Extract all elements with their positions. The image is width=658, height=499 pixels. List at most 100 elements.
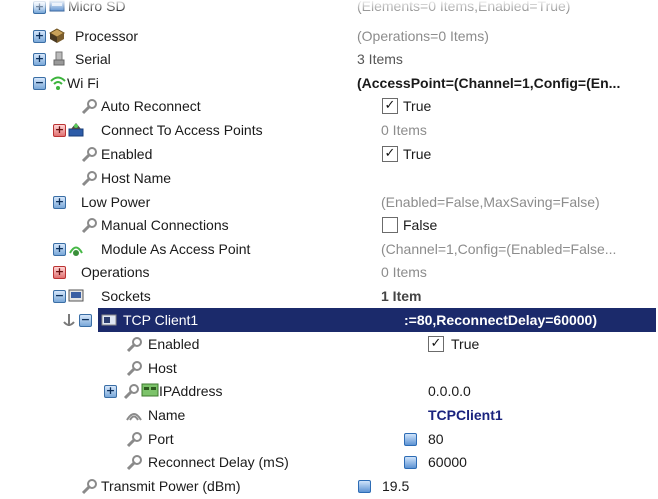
tcp-client-icon	[101, 314, 117, 326]
expand-icon[interactable]: +	[53, 196, 66, 209]
property-row-transmit-power[interactable]: Transmit Power (dBm) 19.5	[0, 474, 658, 498]
property-name: Host	[148, 360, 177, 376]
access-point-icon	[69, 246, 83, 256]
property-name: Enabled	[101, 146, 153, 162]
property-name: Module As Access Point	[101, 241, 251, 257]
object-inspector: + Micro SD (Elements=0 Items,Enabled=Tru…	[0, 0, 658, 499]
property-value[interactable]: 0 Items	[381, 260, 427, 284]
property-value[interactable]: (Elements=0 Items,Enabled=True)	[357, 0, 570, 18]
property-name: Connect To Access Points	[101, 122, 263, 138]
property-value[interactable]: TCPClient1	[428, 403, 503, 427]
wrench-icon	[126, 361, 142, 377]
property-row-low-power[interactable]: + Low Power (Enabled=False,MaxSaving=Fal…	[0, 190, 658, 214]
property-value[interactable]: :=80,ReconnectDelay=60000)	[404, 308, 597, 332]
wrench-icon	[126, 432, 142, 448]
tcp-enabled-checkbox[interactable]: ✓	[428, 336, 444, 352]
property-value: False	[403, 217, 438, 233]
property-row-port[interactable]: Port 80	[0, 427, 658, 451]
expand-icon[interactable]: +	[33, 1, 46, 14]
property-value[interactable]: (Channel=1,Config=(Enabled=False...	[381, 237, 656, 261]
property-name: IPAddress	[159, 383, 223, 399]
connect-access-points-icon	[68, 123, 84, 137]
wifi-icon	[50, 76, 66, 90]
property-row-manual-connections[interactable]: Manual Connections False	[0, 213, 658, 237]
property-name: Sockets	[101, 288, 151, 304]
property-name: Processor	[75, 28, 139, 44]
property-row-processor[interactable]: + Processor (Operations=0 Items)	[0, 24, 658, 48]
property-name: Host Name	[101, 170, 172, 186]
property-value[interactable]: 60000	[428, 450, 467, 474]
property-value: True	[403, 98, 432, 114]
property-name: Micro SD	[68, 0, 126, 14]
property-row-operations[interactable]: + Operations 0 Items	[0, 260, 658, 284]
anchor-icon	[63, 314, 75, 326]
property-row-wifi[interactable]: − Wi Fi (AccessPoint=(Channel=1,Config=(…	[0, 71, 658, 95]
expand-icon[interactable]: +	[33, 53, 46, 66]
property-value: True	[451, 336, 480, 352]
property-value[interactable]: 1 Item	[381, 284, 421, 308]
wrench-icon	[81, 218, 97, 234]
wrench-icon	[81, 147, 97, 163]
collapse-icon[interactable]: −	[79, 314, 92, 327]
property-name: Auto Reconnect	[101, 98, 201, 114]
property-name: Serial	[75, 51, 111, 67]
expand-icon[interactable]: +	[33, 30, 46, 43]
property-name: Port	[148, 431, 174, 447]
collapse-icon[interactable]: −	[53, 290, 66, 303]
property-value[interactable]: 80	[428, 427, 444, 451]
property-row-host-name[interactable]: Host Name	[0, 166, 658, 190]
property-row-enabled[interactable]: Enabled ✓ True	[0, 142, 658, 166]
edit-value-icon[interactable]	[358, 480, 371, 493]
property-name: Low Power	[81, 194, 151, 210]
processor-icon	[48, 28, 66, 43]
property-row-reconnect-delay[interactable]: Reconnect Delay (mS) 60000	[0, 450, 658, 474]
wrench-icon	[126, 337, 142, 353]
collapse-icon[interactable]: −	[33, 77, 46, 90]
property-name: Name	[148, 407, 186, 423]
wrench-icon	[81, 99, 97, 115]
sockets-icon	[68, 289, 84, 302]
property-row-ipaddress[interactable]: + IPAddress 0.0.0.0	[0, 379, 658, 403]
property-value[interactable]: (Operations=0 Items)	[357, 24, 489, 48]
property-name: Manual Connections	[101, 217, 229, 233]
wrench-icon	[126, 455, 142, 471]
property-value[interactable]: 0 Items	[381, 118, 427, 142]
micro-sd-icon	[49, 0, 65, 12]
property-value[interactable]: 3 Items	[357, 47, 403, 71]
expand-icon[interactable]: +	[53, 243, 66, 256]
wrench-icon	[123, 384, 139, 400]
property-row-host[interactable]: Host	[0, 356, 658, 380]
ip-address-icon	[141, 383, 159, 397]
property-row-module-as-access-point[interactable]: + Module As Access Point (Channel=1,Conf…	[0, 237, 658, 261]
property-row-micro-sd[interactable]: + Micro SD (Elements=0 Items,Enabled=Tru…	[0, 0, 658, 18]
property-value[interactable]: (Enabled=False,MaxSaving=False)	[381, 190, 600, 214]
property-row-tcp-enabled[interactable]: Enabled ✓ True	[0, 332, 658, 356]
edit-value-icon[interactable]	[404, 433, 417, 446]
expand-icon[interactable]: +	[53, 124, 66, 137]
property-value: True	[403, 146, 432, 162]
property-row-serial[interactable]: + Serial 3 Items	[0, 47, 658, 71]
expand-icon[interactable]: +	[53, 266, 66, 279]
property-value[interactable]: 19.5	[382, 474, 409, 498]
auto-reconnect-checkbox[interactable]: ✓	[382, 98, 398, 114]
property-value[interactable]: 0.0.0.0	[428, 379, 471, 403]
property-row-tcp-client1[interactable]: − TCP Client1 :=80,ReconnectDelay=60000)	[0, 308, 658, 332]
enabled-checkbox[interactable]: ✓	[382, 146, 398, 162]
wrench-icon	[81, 479, 97, 495]
property-value[interactable]: (AccessPoint=(Channel=1,Config=(En...	[357, 71, 657, 95]
property-name: Reconnect Delay (mS)	[148, 454, 289, 470]
property-name: Operations	[81, 264, 150, 280]
expand-icon[interactable]: +	[104, 385, 117, 398]
property-name: TCP Client1	[123, 312, 199, 328]
serial-icon	[53, 51, 65, 66]
property-row-name[interactable]: Name TCPClient1	[0, 403, 658, 427]
property-name: Enabled	[148, 336, 200, 352]
property-row-connect-to-access-points[interactable]: + Connect To Access Points 0 Items	[0, 118, 658, 142]
property-name: Transmit Power (dBm)	[101, 478, 241, 494]
name-link-icon	[126, 413, 142, 421]
property-row-auto-reconnect[interactable]: Auto Reconnect ✓ True	[0, 94, 658, 118]
property-row-sockets[interactable]: − Sockets 1 Item	[0, 284, 658, 308]
wrench-icon	[81, 171, 97, 187]
edit-value-icon[interactable]	[404, 456, 417, 469]
manual-connections-checkbox[interactable]	[382, 217, 398, 233]
